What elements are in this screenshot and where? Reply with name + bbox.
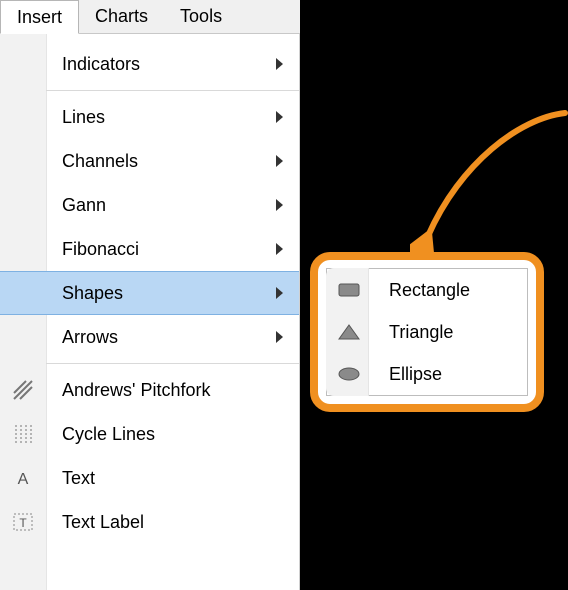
- menu-item-label: Text Label: [62, 512, 144, 533]
- pitchfork-icon: [0, 368, 46, 412]
- menu-item-channels[interactable]: Channels: [0, 139, 299, 183]
- text-a-icon: A: [0, 456, 46, 500]
- menu-item-gann[interactable]: Gann: [0, 183, 299, 227]
- menubar: Insert Charts Tools: [0, 0, 300, 34]
- menu-item-label: Indicators: [62, 54, 140, 75]
- triangle-icon: [327, 311, 371, 353]
- menu-item-label: Channels: [62, 151, 138, 172]
- menu-item-label: Arrows: [62, 327, 118, 348]
- submenu-arrow-icon: [276, 155, 283, 167]
- submenu-arrow-icon: [276, 331, 283, 343]
- menubar-item-charts[interactable]: Charts: [79, 0, 164, 33]
- menu-item-label: Gann: [62, 195, 106, 216]
- submenu-arrow-icon: [276, 199, 283, 211]
- submenu-item-label: Ellipse: [389, 364, 442, 385]
- stage: Insert Charts Tools Indicators Lines Cha…: [0, 0, 568, 590]
- submenu-arrow-icon: [276, 243, 283, 255]
- menu-item-label: Lines: [62, 107, 105, 128]
- submenu-arrow-icon: [276, 287, 283, 299]
- dropdown-list: Indicators Lines Channels Gann Fibonacci: [0, 34, 299, 544]
- submenu-item-triangle[interactable]: Triangle: [327, 311, 527, 353]
- menubar-item-tools[interactable]: Tools: [164, 0, 238, 33]
- text-label-icon: T: [0, 500, 46, 544]
- svg-text:A: A: [18, 471, 29, 488]
- submenu-arrow-icon: [276, 111, 283, 123]
- cycle-lines-icon: [0, 412, 46, 456]
- menubar-item-label: Insert: [17, 7, 62, 28]
- menu-item-label: Text: [62, 468, 95, 489]
- menu-separator: [46, 90, 299, 91]
- menubar-item-label: Charts: [95, 6, 148, 27]
- menu-item-cycle-lines[interactable]: Cycle Lines: [0, 412, 299, 456]
- menu-item-label: Shapes: [62, 283, 123, 304]
- menu-item-label: Andrews' Pitchfork: [62, 380, 211, 401]
- submenu-arrow-icon: [276, 58, 283, 70]
- menu-item-text-label[interactable]: T Text Label: [0, 500, 299, 544]
- svg-text:T: T: [19, 516, 27, 530]
- menu-item-shapes[interactable]: Shapes: [0, 271, 299, 315]
- menu-item-fibonacci[interactable]: Fibonacci: [0, 227, 299, 271]
- rectangle-icon: [327, 269, 371, 311]
- menubar-item-label: Tools: [180, 6, 222, 27]
- shapes-submenu: Rectangle Triangle Ellipse: [310, 252, 544, 412]
- submenu-item-label: Rectangle: [389, 280, 470, 301]
- menu-item-label: Fibonacci: [62, 239, 139, 260]
- menu-item-indicators[interactable]: Indicators: [0, 42, 299, 86]
- ellipse-icon: [327, 353, 371, 395]
- menu-item-text[interactable]: A Text: [0, 456, 299, 500]
- menu-separator: [46, 363, 299, 364]
- annotation-arrow-icon: [410, 108, 568, 258]
- submenu-item-label: Triangle: [389, 322, 453, 343]
- menubar-item-insert[interactable]: Insert: [0, 0, 79, 34]
- menu-item-arrows[interactable]: Arrows: [0, 315, 299, 359]
- submenu-item-rectangle[interactable]: Rectangle: [327, 269, 527, 311]
- insert-dropdown: Indicators Lines Channels Gann Fibonacci: [0, 34, 300, 590]
- submenu-inner: Rectangle Triangle Ellipse: [326, 268, 528, 396]
- submenu-item-ellipse[interactable]: Ellipse: [327, 353, 527, 395]
- menu-item-label: Cycle Lines: [62, 424, 155, 445]
- menu-item-lines[interactable]: Lines: [0, 95, 299, 139]
- menu-item-andrews-pitchfork[interactable]: Andrews' Pitchfork: [0, 368, 299, 412]
